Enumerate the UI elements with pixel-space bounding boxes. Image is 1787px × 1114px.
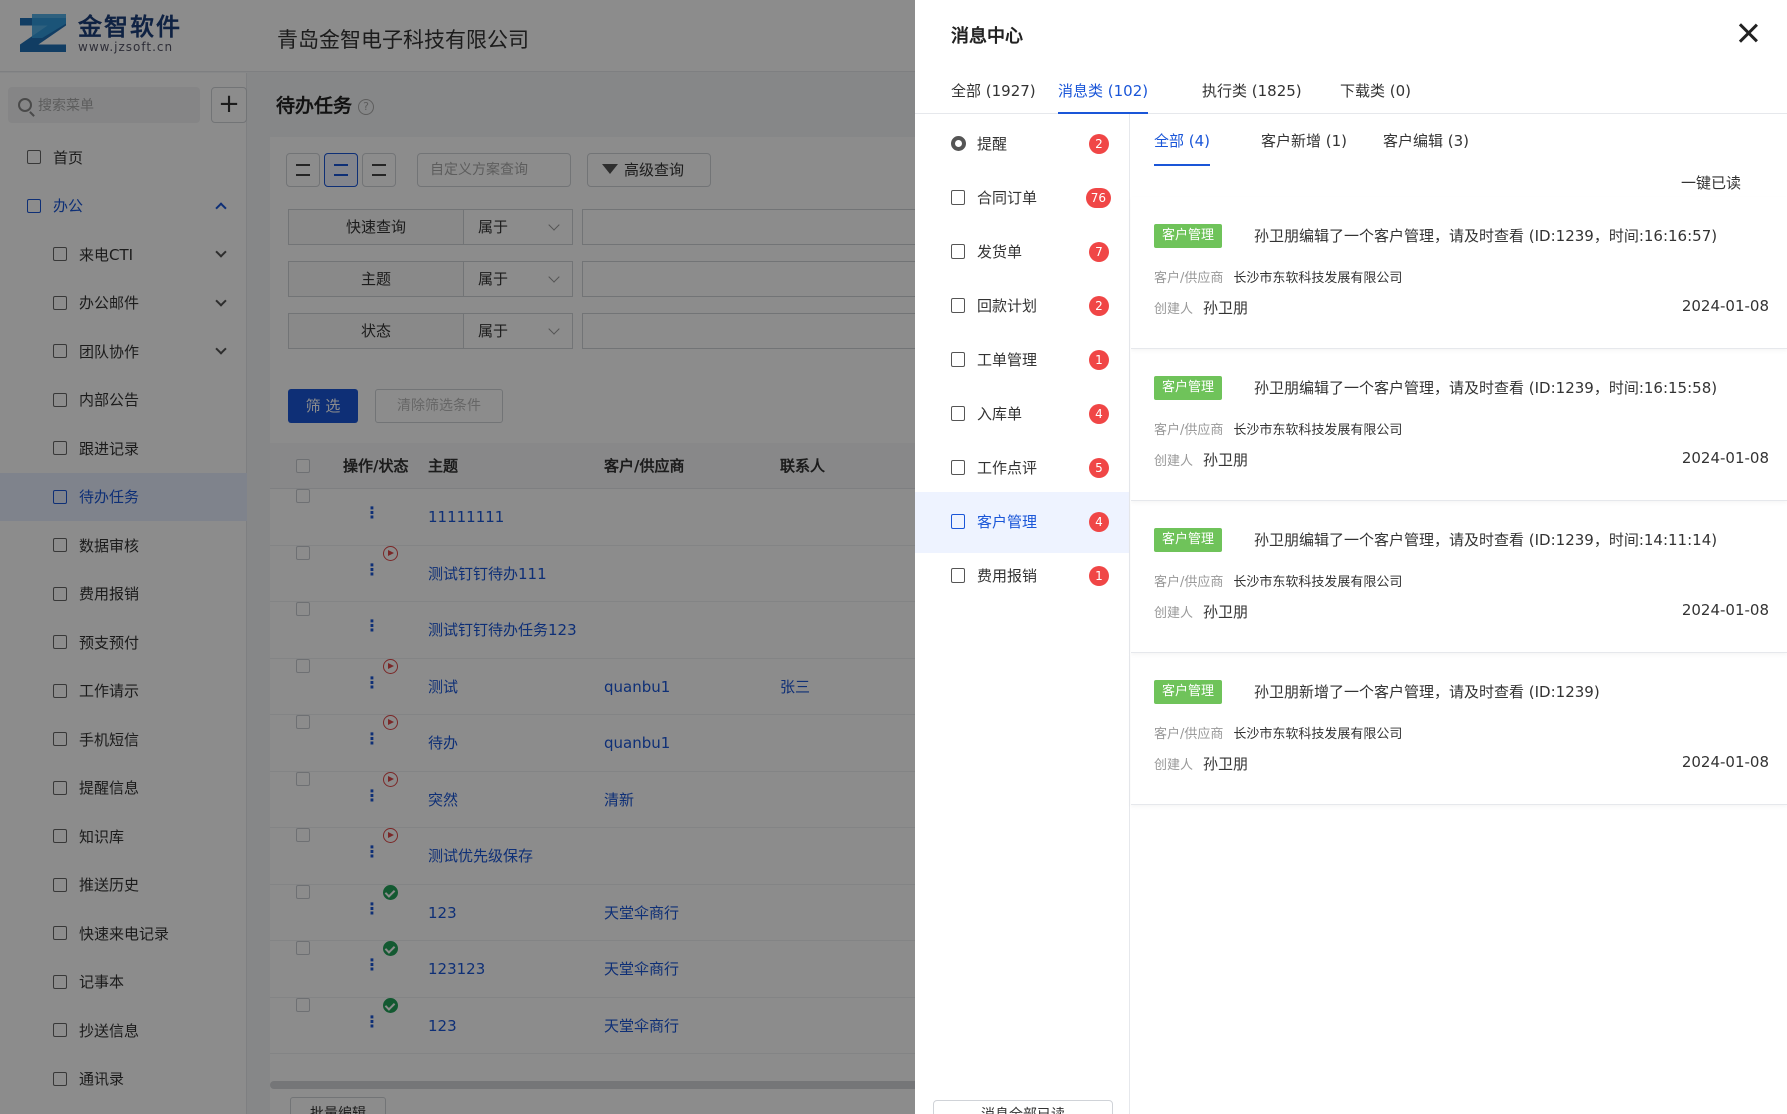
customer-label: 客户/供应商 — [1154, 423, 1224, 438]
category-label: 回款计划 — [977, 297, 1038, 315]
category-icon — [951, 406, 965, 421]
category-item[interactable]: 费用报销 1 — [915, 546, 1129, 607]
modal-overlay[interactable] — [0, 0, 915, 1114]
category-icon — [951, 514, 965, 529]
category-item[interactable]: 合同订单 76 — [915, 168, 1129, 229]
message-text[interactable]: 孙卫朋编辑了一个客户管理，请及时查看 (ID:1239，时间:16:15:58) — [1254, 377, 1717, 399]
count-badge: 4 — [1089, 512, 1109, 532]
message-date: 2024-01-08 — [1681, 297, 1769, 315]
customer-value: 长沙市东软科技发展有限公司 — [1233, 727, 1403, 742]
customer-value: 长沙市东软科技发展有限公司 — [1233, 271, 1403, 286]
subtabs: 全部 (4) 客户新增 (1) 客户编辑 (3) — [1131, 114, 1787, 166]
category-label: 客户管理 — [977, 513, 1038, 531]
customer-value: 长沙市东软科技发展有限公司 — [1233, 575, 1403, 590]
category-label: 入库单 — [977, 405, 1023, 423]
drawer-title: 消息中心 — [951, 26, 1023, 47]
message-text[interactable]: 孙卫朋编辑了一个客户管理，请及时查看 (ID:1239，时间:14:11:14) — [1254, 529, 1717, 551]
message-card[interactable]: 客户管理 孙卫朋编辑了一个客户管理，请及时查看 (ID:1239，时间:16:15… — [1131, 349, 1787, 501]
count-badge: 7 — [1089, 242, 1109, 262]
tab-all[interactable]: 全部 (1927) — [951, 80, 1036, 114]
creator-label: 创建人 — [1154, 454, 1194, 469]
customer-value: 长沙市东软科技发展有限公司 — [1233, 423, 1403, 438]
message-customer-row: 客户/供应商 长沙市东软科技发展有限公司 — [1154, 267, 1402, 286]
count-badge: 2 — [1089, 296, 1109, 316]
message-creator-row: 创建人 孙卫朋 — [1154, 753, 1248, 774]
read-all-button[interactable]: 消息全部已读 — [933, 1100, 1113, 1114]
close-icon[interactable] — [1737, 22, 1759, 44]
creator-value: 孙卫朋 — [1203, 451, 1249, 469]
customer-label: 客户/供应商 — [1154, 727, 1224, 742]
message-card[interactable]: 客户管理 孙卫朋新增了一个客户管理，请及时查看 (ID:1239) 客户/供应商 长沙… — [1131, 653, 1787, 805]
count-badge: 1 — [1089, 350, 1109, 370]
message-customer-row: 客户/供应商 长沙市东软科技发展有限公司 — [1154, 419, 1402, 438]
category-icon — [951, 568, 965, 583]
message-creator-row: 创建人 孙卫朋 — [1154, 601, 1248, 622]
category-label: 费用报销 — [977, 567, 1038, 585]
category-item[interactable]: 入库单 4 — [915, 384, 1129, 445]
category-item[interactable]: 提醒 2 — [915, 114, 1129, 175]
mark-all-read-link[interactable]: 一键已读 — [1681, 172, 1741, 193]
count-badge: 1 — [1089, 566, 1109, 586]
category-icon — [951, 190, 965, 205]
category-item[interactable]: 客户管理 4 — [915, 492, 1129, 553]
category-icon — [951, 352, 965, 367]
category-label: 发货单 — [977, 243, 1023, 261]
message-date: 2024-01-08 — [1681, 753, 1769, 771]
category-icon — [951, 244, 965, 259]
subtab-customer-edit[interactable]: 客户编辑 (3) — [1383, 130, 1469, 166]
creator-value: 孙卫朋 — [1203, 603, 1249, 621]
message-tag: 客户管理 — [1154, 224, 1223, 248]
creator-value: 孙卫朋 — [1203, 299, 1249, 317]
count-badge: 2 — [1089, 134, 1109, 154]
category-label: 工单管理 — [977, 351, 1038, 369]
creator-label: 创建人 — [1154, 302, 1194, 317]
category-icon — [951, 136, 966, 151]
category-label: 合同订单 — [977, 189, 1038, 207]
message-card[interactable]: 客户管理 孙卫朋编辑了一个客户管理，请及时查看 (ID:1239，时间:14:11… — [1131, 501, 1787, 653]
message-tag: 客户管理 — [1154, 680, 1223, 704]
count-badge: 76 — [1085, 188, 1111, 208]
message-text[interactable]: 孙卫朋新增了一个客户管理，请及时查看 (ID:1239) — [1254, 681, 1600, 703]
message-text[interactable]: 孙卫朋编辑了一个客户管理，请及时查看 (ID:1239，时间:16:16:57) — [1254, 225, 1717, 247]
subtab-customer-new[interactable]: 客户新增 (1) — [1261, 130, 1347, 166]
customer-label: 客户/供应商 — [1154, 271, 1224, 286]
message-customer-row: 客户/供应商 长沙市东软科技发展有限公司 — [1154, 723, 1402, 742]
category-icon — [951, 460, 965, 475]
creator-label: 创建人 — [1154, 758, 1194, 773]
count-badge: 4 — [1089, 404, 1109, 424]
category-label: 工作点评 — [977, 459, 1038, 477]
creator-label: 创建人 — [1154, 606, 1194, 621]
category-label: 提醒 — [977, 135, 1008, 153]
customer-label: 客户/供应商 — [1154, 575, 1224, 590]
category-icon — [951, 298, 965, 313]
message-date: 2024-01-08 — [1681, 449, 1769, 467]
message-center-drawer: 消息中心 全部 (1927) 消息类 (102) 执行类 (1825) 下载类 … — [915, 0, 1787, 1114]
category-item[interactable]: 回款计划 2 — [915, 276, 1129, 337]
message-customer-row: 客户/供应商 长沙市东软科技发展有限公司 — [1154, 571, 1402, 590]
message-date: 2024-01-08 — [1681, 601, 1769, 619]
tab-messages[interactable]: 消息类 (102) — [1058, 80, 1149, 114]
category-item[interactable]: 工作点评 5 — [915, 438, 1129, 499]
message-tag: 客户管理 — [1154, 528, 1223, 552]
category-item[interactable]: 工单管理 1 — [915, 330, 1129, 391]
message-creator-row: 创建人 孙卫朋 — [1154, 449, 1248, 470]
category-list: 提醒 2 合同订单 76 发货单 7 回款计划 2 工单管理 1 入库单 4 工作点评 5 客户管理 4 费用报… — [915, 114, 1130, 1114]
creator-value: 孙卫朋 — [1203, 755, 1249, 773]
subtab-all[interactable]: 全部 (4) — [1154, 130, 1211, 166]
message-tag: 客户管理 — [1154, 376, 1223, 400]
tab-download[interactable]: 下载类 (0) — [1340, 80, 1411, 114]
tab-execution[interactable]: 执行类 (1825) — [1202, 80, 1302, 114]
category-item[interactable]: 发货单 7 — [915, 222, 1129, 283]
count-badge: 5 — [1089, 458, 1109, 478]
message-card[interactable]: 客户管理 孙卫朋编辑了一个客户管理，请及时查看 (ID:1239，时间:16:16… — [1131, 197, 1787, 349]
message-creator-row: 创建人 孙卫朋 — [1154, 297, 1248, 318]
message-type-tabs: 全部 (1927) 消息类 (102) 执行类 (1825) 下载类 (0) — [915, 70, 1787, 114]
